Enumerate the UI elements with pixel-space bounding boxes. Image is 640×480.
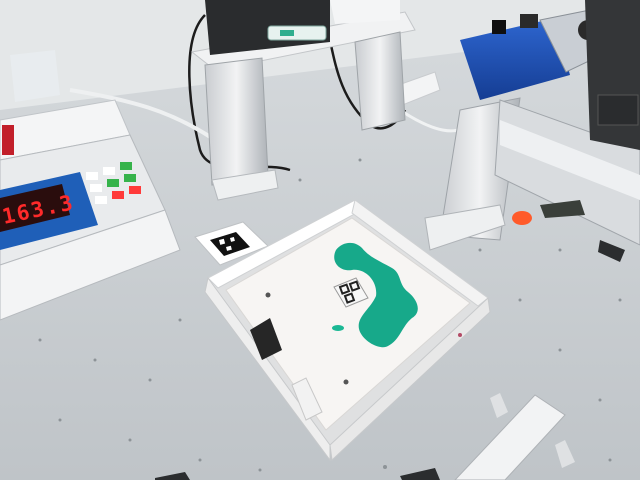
green-drop [332, 325, 344, 331]
lab-scene: 163.3 [0, 0, 640, 480]
orange-cap [512, 211, 532, 225]
